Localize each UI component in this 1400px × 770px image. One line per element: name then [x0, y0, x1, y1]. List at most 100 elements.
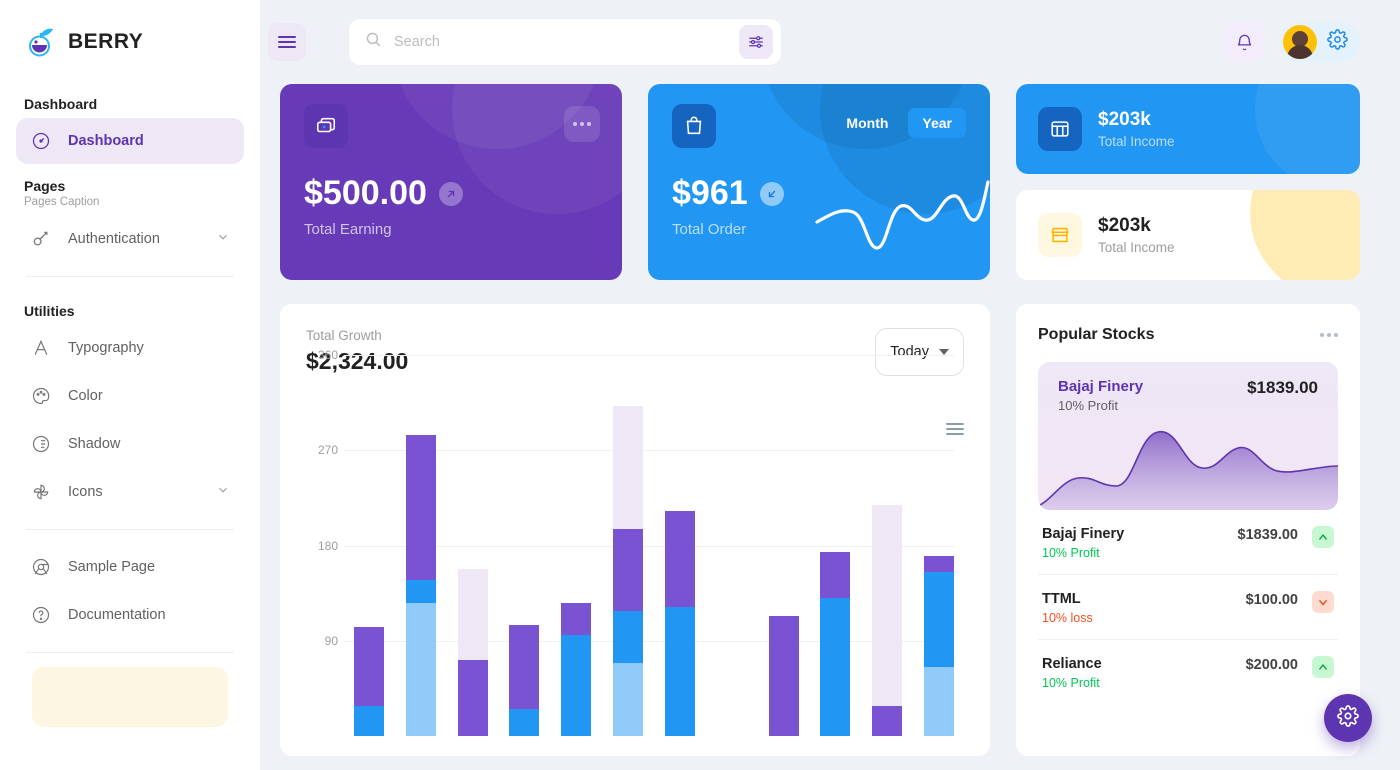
stock-row[interactable]: TTML 10% loss $100.00: [1038, 575, 1338, 640]
sidebar-item-label: Icons: [68, 484, 103, 500]
more-dots-icon[interactable]: [1320, 333, 1338, 337]
toggle-year[interactable]: Year: [908, 108, 966, 138]
sidebar-item-authentication[interactable]: Authentication: [16, 216, 244, 262]
period-select[interactable]: Today: [875, 328, 964, 376]
chrome-icon: [30, 556, 52, 578]
chart-bar-segment: [820, 552, 851, 599]
stocks-header: Popular Stocks: [1038, 326, 1338, 344]
stock-change: 10% Profit: [1042, 546, 1100, 560]
chart-bar-group[interactable]: [405, 406, 436, 736]
chevron-down-icon: [1312, 591, 1334, 613]
shadow-icon: [30, 433, 52, 455]
sidebar-item-shadow[interactable]: Shadow: [16, 421, 244, 467]
decor-circle: [1250, 190, 1360, 280]
stock-price: $100.00: [1245, 592, 1298, 608]
chart-bar-group[interactable]: [820, 406, 851, 736]
sidebar-promo-card[interactable]: [32, 667, 228, 727]
nav-divider: [26, 276, 234, 277]
nav-caption-pages: Pages: [24, 178, 66, 194]
stock-change: 10% loss: [1042, 611, 1093, 625]
table-icon: [1038, 107, 1082, 151]
palette-icon: [30, 385, 52, 407]
chart-bar-segment: [405, 434, 436, 581]
sidebar-item-label: Shadow: [68, 436, 121, 452]
growth-bar-chart: 90 180 270 360: [306, 348, 964, 736]
chevron-down-icon: [216, 483, 230, 501]
chevron-up-icon: [1312, 656, 1334, 678]
stock-change: 10% Profit: [1042, 676, 1100, 690]
chart-bar-group[interactable]: [872, 406, 903, 736]
chart-bar-group[interactable]: [354, 406, 384, 736]
stock-info: TTML 10% loss: [1042, 591, 1093, 625]
sidebar-item-typography[interactable]: Typography: [16, 325, 244, 371]
content: $500.00 Total Earning Month Year $961 To…: [260, 84, 1400, 770]
chart-bar-group[interactable]: [923, 406, 954, 736]
chart-bar-segment: [613, 405, 644, 530]
chart-bar-segment: [820, 598, 851, 736]
sidebar-item-sample-page[interactable]: Sample Page: [16, 544, 244, 590]
card-total-income-white[interactable]: $203k Total Income: [1016, 190, 1360, 280]
profile-menu[interactable]: [1280, 22, 1360, 62]
more-dots-icon[interactable]: [564, 106, 600, 142]
chart-bar-group[interactable]: [768, 406, 799, 736]
bell-icon[interactable]: [1224, 22, 1264, 62]
card-value-text: $961: [672, 174, 748, 212]
brand[interactable]: BERRY: [0, 0, 260, 84]
shopping-bag-icon: [672, 104, 716, 148]
mini-card-label: Total Income: [1098, 134, 1175, 149]
stock-price: $200.00: [1245, 657, 1298, 673]
chart-bar-segment: [457, 569, 488, 660]
search-input[interactable]: [394, 34, 727, 50]
chart-y-tick: 360: [317, 347, 338, 362]
chart-bar-segment: [405, 603, 436, 736]
card-label: Total Earning: [304, 221, 392, 238]
card-label: Total Order: [672, 221, 747, 238]
stock-row[interactable]: Reliance 10% Profit $200.00: [1038, 640, 1338, 704]
stock-info: Bajaj Finery 10% Profit: [1042, 526, 1124, 560]
stock-row[interactable]: Bajaj Finery 10% Profit $1839.00: [1038, 510, 1338, 575]
chart-y-tick: 90: [324, 634, 338, 648]
sidebar-item-label: Typography: [68, 340, 144, 356]
chevron-up-icon: [1312, 526, 1334, 548]
dashboard-root: BERRY Dashboard Dashboard Pages Pages Ca…: [0, 0, 1400, 770]
chart-bar-group[interactable]: [457, 406, 488, 736]
card-total-income-blue[interactable]: $203k Total Income: [1016, 84, 1360, 174]
period-toggle[interactable]: Month Year: [832, 108, 966, 138]
toggle-month[interactable]: Month: [832, 108, 902, 138]
card-value: $961: [672, 174, 966, 213]
chart-bar-group[interactable]: [664, 406, 695, 736]
stock-name: Reliance: [1042, 656, 1102, 672]
sidebar-item-documentation[interactable]: Documentation: [16, 592, 244, 638]
mini-card-value: $203k: [1098, 215, 1151, 236]
sidebar-item-color[interactable]: Color: [16, 373, 244, 419]
featured-stock[interactable]: Bajaj Finery 10% Profit $1839.00: [1038, 362, 1338, 510]
nav-divider: [26, 529, 234, 530]
sidebar-item-dashboard[interactable]: Dashboard: [16, 118, 244, 164]
chart-bar-group[interactable]: [561, 406, 592, 736]
search-box[interactable]: [348, 18, 782, 66]
chart-bar-segment: [509, 709, 540, 736]
chart-y-tick: 270: [317, 443, 338, 457]
question-circle-icon: [30, 604, 52, 626]
main-area: $500.00 Total Earning: [260, 0, 1400, 770]
card-total-earning[interactable]: $500.00 Total Earning: [280, 84, 622, 280]
hamburger-icon[interactable]: [268, 23, 306, 61]
chart-bar-segment: [457, 659, 488, 736]
chart-bar-group[interactable]: [613, 405, 644, 736]
settings-fab[interactable]: [1324, 694, 1372, 742]
chart-bar-group[interactable]: [509, 406, 540, 736]
left-column: $500.00 Total Earning Month Year $961 To…: [280, 84, 990, 756]
sliders-icon[interactable]: [739, 25, 773, 59]
chart-bar-group[interactable]: [717, 406, 747, 736]
gear-icon[interactable]: [1327, 29, 1348, 55]
mini-card-text: $203k Total Income: [1098, 109, 1175, 149]
sidebar-item-icons[interactable]: Icons: [16, 469, 244, 515]
nav-subcaption-pages: Pages Caption: [24, 196, 100, 208]
card-total-order[interactable]: Month Year $961 Total Order: [648, 84, 990, 280]
growth-header: Total Growth $2,324.00 Today: [306, 328, 964, 376]
chart-bars: [354, 405, 954, 736]
windmill-icon: [30, 481, 52, 503]
chart-bar-segment: [613, 529, 644, 611]
key-icon: [30, 228, 52, 250]
chart-bar-segment: [509, 624, 540, 710]
